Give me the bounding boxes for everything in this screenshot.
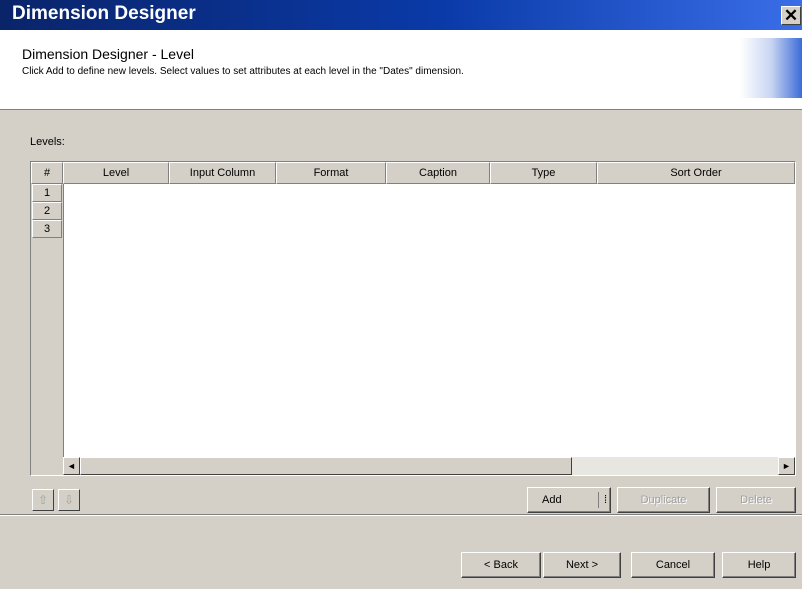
add-button-label: Add xyxy=(542,494,562,506)
column-header-sort-order[interactable]: Sort Order xyxy=(597,162,795,184)
row-header-3[interactable]: 3 xyxy=(32,220,62,238)
column-header-caption[interactable]: Caption xyxy=(386,162,490,184)
add-split-divider xyxy=(598,492,599,508)
column-header-input-column[interactable]: Input Column xyxy=(169,162,276,184)
scroll-thumb[interactable] xyxy=(80,457,572,475)
page-title: Dimension Designer - Level xyxy=(22,46,194,62)
close-button[interactable]: ✕ xyxy=(781,6,801,25)
add-button[interactable]: Add ⁞ xyxy=(527,487,611,513)
page-description: Click Add to define new levels. Select v… xyxy=(22,66,464,77)
grid-corner-header: # xyxy=(31,162,63,184)
row-header-2[interactable]: 2 xyxy=(32,202,62,220)
levels-grid[interactable]: # 1 2 3 Level Input Column Format Captio… xyxy=(30,161,796,476)
column-header-format[interactable]: Format xyxy=(276,162,386,184)
add-dropdown-icon[interactable]: ⁞ xyxy=(604,488,607,512)
cancel-button[interactable]: Cancel xyxy=(631,552,715,578)
wizard-header: Dimension Designer - Level Click Add to … xyxy=(0,30,802,110)
scroll-right-icon[interactable]: ► xyxy=(778,457,795,475)
help-button[interactable]: Help xyxy=(722,552,796,578)
scroll-left-icon[interactable]: ◄ xyxy=(63,457,80,475)
duplicate-button[interactable]: Duplicate xyxy=(617,487,710,513)
move-down-button[interactable]: ⇩ xyxy=(58,489,80,511)
horizontal-scrollbar[interactable]: ◄ ► xyxy=(63,457,795,475)
column-header-type[interactable]: Type xyxy=(490,162,597,184)
header-decoration xyxy=(740,38,802,98)
delete-button[interactable]: Delete xyxy=(716,487,796,513)
row-header-column: # 1 2 3 xyxy=(31,162,64,475)
move-up-button[interactable]: ⇧ xyxy=(32,489,54,511)
column-headers: Level Input Column Format Caption Type S… xyxy=(63,162,795,184)
column-header-level[interactable]: Level xyxy=(63,162,169,184)
next-button[interactable]: Next > xyxy=(543,552,621,578)
levels-label: Levels: xyxy=(30,136,65,148)
back-button[interactable]: < Back xyxy=(461,552,541,578)
title-bar: Dimension Designer ✕ xyxy=(0,0,802,30)
footer-separator xyxy=(0,514,802,516)
window-title: Dimension Designer xyxy=(12,3,196,24)
row-header-1[interactable]: 1 xyxy=(32,184,62,202)
